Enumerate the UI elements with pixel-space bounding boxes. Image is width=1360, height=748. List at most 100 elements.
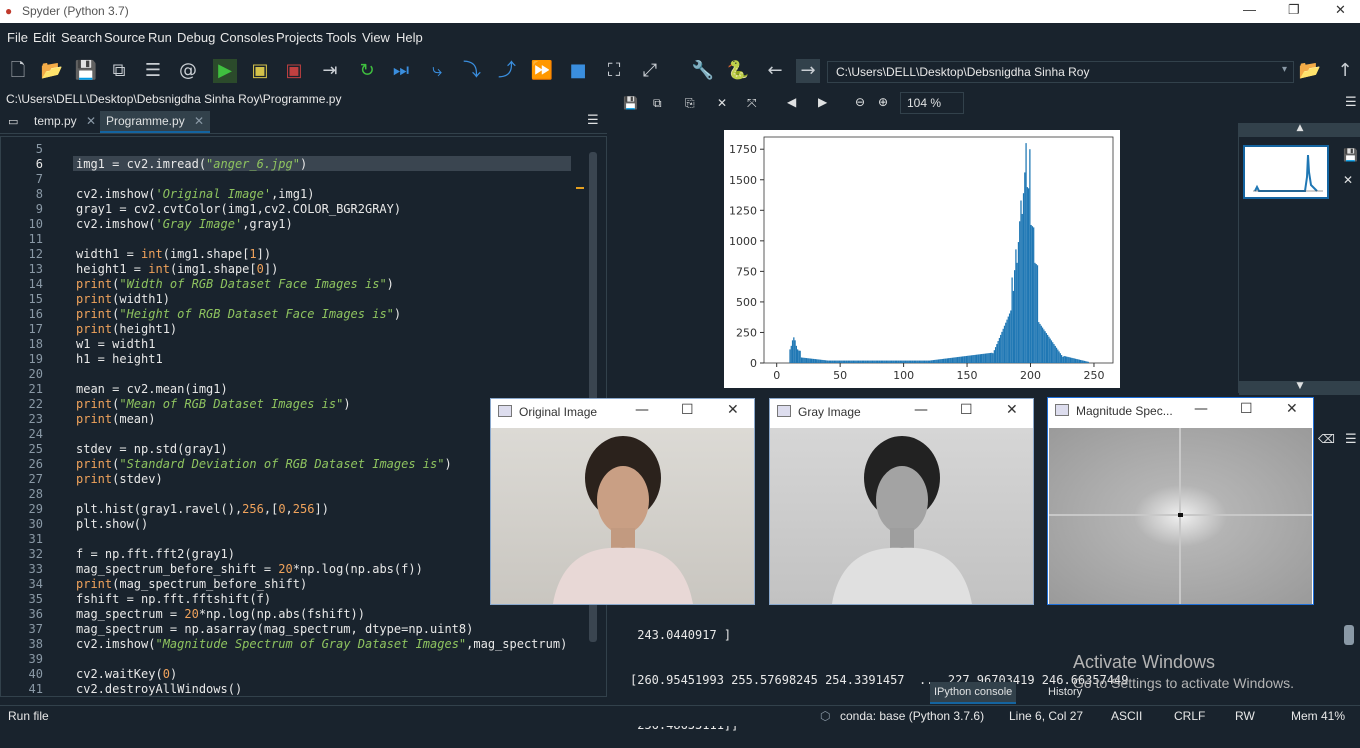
clear-console-icon[interactable]: ⌫ <box>1318 432 1335 446</box>
save-icon[interactable]: 💾 <box>74 59 98 83</box>
new-file-icon[interactable]: 🗋 <box>6 59 30 83</box>
histogram-bar <box>1085 361 1087 363</box>
restore-icon[interactable]: ❐ <box>1288 2 1300 18</box>
save-all-icon[interactable]: ⧉ <box>107 59 131 83</box>
close-icon[interactable]: ✕ <box>727 402 739 418</box>
fullscreen-icon[interactable]: ⤢ <box>638 59 662 83</box>
tab-ipython-console[interactable]: IPython console <box>930 682 1017 704</box>
close-icon[interactable]: ✕ <box>1286 401 1298 417</box>
watermark-title: Activate Windows <box>1073 652 1216 672</box>
histogram-bar <box>1062 356 1064 363</box>
menu-projects[interactable]: Projects <box>276 30 323 45</box>
chevron-down-icon[interactable]: ▾ <box>1282 64 1287 75</box>
tab-temp-py[interactable]: temp.py ✕ <box>28 111 104 133</box>
save-plot-icon[interactable]: 💾 <box>623 96 638 110</box>
scroll-down-icon[interactable]: ▼ <box>1239 381 1360 395</box>
minimize-icon[interactable]: — <box>635 402 649 418</box>
x-tick-label: 100 <box>893 369 914 382</box>
remove-all-plots-icon[interactable]: ⤧ <box>747 96 757 111</box>
back-arrow-icon[interactable]: ← <box>763 59 787 83</box>
menu-view[interactable]: View <box>362 30 390 45</box>
close-thumbnail-icon[interactable]: ✕ <box>1343 173 1353 187</box>
zoom-in-icon[interactable]: ⊕ <box>878 95 888 109</box>
step-into-icon[interactable]: ⤵ <box>460 59 484 83</box>
close-icon[interactable]: ✕ <box>1006 402 1018 418</box>
histogram-bar <box>822 359 824 363</box>
browse-folder-icon[interactable]: 📂 <box>1298 59 1322 83</box>
histogram-bar <box>816 359 818 363</box>
histogram-bar <box>873 360 875 363</box>
save-thumbnail-icon[interactable]: 💾 <box>1343 148 1358 162</box>
step-return-icon[interactable]: ⤴ <box>495 59 519 83</box>
options-menu-icon[interactable]: ☰ <box>587 113 599 128</box>
open-file-icon[interactable]: 📂 <box>40 59 64 83</box>
forward-arrow-icon[interactable]: → <box>796 59 820 83</box>
plots-options-icon[interactable]: ☰ <box>1345 95 1357 110</box>
histogram-bar <box>796 349 799 363</box>
close-tab-icon[interactable]: ✕ <box>86 114 96 128</box>
minimize-icon[interactable]: — <box>914 402 928 418</box>
menu-tools[interactable]: Tools <box>326 30 356 45</box>
run-selection-icon[interactable]: ⇥ <box>318 59 342 83</box>
histogram-bar <box>898 360 900 363</box>
scroll-up-icon[interactable]: ▲ <box>1239 123 1360 137</box>
at-icon[interactable]: @ <box>176 59 200 83</box>
console-scrollbar[interactable] <box>1344 625 1354 645</box>
zoom-out-icon[interactable]: ⊖ <box>855 95 865 109</box>
console-options-icon[interactable]: ☰ <box>1345 432 1357 447</box>
copy-plot-icon[interactable]: ⎘ <box>685 96 695 111</box>
gray-image-window[interactable]: Gray Image — ☐ ✕ <box>769 398 1034 605</box>
maximize-icon[interactable]: ☐ <box>681 402 694 418</box>
tab-programme-py[interactable]: Programme.py ✕ <box>100 111 211 133</box>
histogram-bar <box>979 354 982 363</box>
save-all-plots-icon[interactable]: ⧉ <box>653 96 662 111</box>
run-cell-icon[interactable]: ▣ <box>248 59 272 83</box>
previous-plot-icon[interactable]: ◀ <box>787 95 796 109</box>
menu-edit[interactable]: Edit <box>33 30 55 45</box>
histogram-bar <box>893 360 895 363</box>
histogram-bar <box>827 360 829 363</box>
close-icon[interactable]: ✕ <box>1335 2 1346 18</box>
maximize-icon[interactable]: ☐ <box>1240 401 1253 417</box>
menu-run[interactable]: Run <box>148 30 172 45</box>
list-icon[interactable]: ☰ <box>141 59 165 83</box>
debug-icon[interactable]: ⏭ <box>389 59 413 83</box>
menu-file[interactable]: File <box>7 30 28 45</box>
histogram-bar <box>974 354 976 363</box>
parent-dir-icon[interactable]: ↑ <box>1333 59 1357 83</box>
menu-consoles[interactable]: Consoles <box>220 30 274 45</box>
histogram-bar <box>817 359 819 363</box>
minimize-icon[interactable]: — <box>1194 401 1208 417</box>
preferences-wrench-icon[interactable]: 🔧 <box>691 59 715 83</box>
zoom-level[interactable]: 104 % <box>900 92 964 114</box>
menu-source[interactable]: Source <box>104 30 145 45</box>
close-tab-icon[interactable]: ✕ <box>194 114 204 128</box>
continue-icon[interactable]: ⏩ <box>530 59 554 83</box>
histogram-bar <box>969 355 971 363</box>
original-image-window[interactable]: Original Image — ☐ ✕ <box>490 398 755 605</box>
python-path-icon[interactable]: 🐍 <box>726 59 750 83</box>
run-cell-advance-icon[interactable]: ▣ <box>282 59 306 83</box>
histogram-bar <box>996 344 998 363</box>
line-number: 7 <box>35 172 43 186</box>
menu-help[interactable]: Help <box>396 30 423 45</box>
histogram-bar <box>1068 357 1070 363</box>
browse-tabs-icon[interactable]: ▭ <box>8 115 18 128</box>
next-plot-icon[interactable]: ▶ <box>818 95 827 109</box>
menu-debug[interactable]: Debug <box>177 30 215 45</box>
plot-thumbnail[interactable] <box>1243 145 1329 199</box>
maximize-icon[interactable]: ☐ <box>960 402 973 418</box>
rerun-icon[interactable]: ↻ <box>355 59 379 83</box>
menu-search[interactable]: Search <box>61 30 102 45</box>
stop-debug-icon[interactable]: ■ <box>566 59 590 83</box>
histogram-bar <box>882 360 884 363</box>
remove-plot-icon[interactable]: ✕ <box>717 96 727 110</box>
line-number: 14 <box>28 277 43 291</box>
maximize-pane-icon[interactable]: ⛶ <box>602 59 626 83</box>
minimize-icon[interactable]: — <box>1243 2 1256 17</box>
working-directory-input[interactable]: C:\Users\DELL\Desktop\Debsnigdha Sinha R… <box>827 61 1294 83</box>
run-icon[interactable]: ▶ <box>213 59 237 83</box>
histogram-bar <box>892 360 894 363</box>
step-icon[interactable]: ⤷ <box>425 59 449 83</box>
magnitude-spectrum-window[interactable]: Magnitude Spec... — ☐ ✕ <box>1047 397 1314 605</box>
